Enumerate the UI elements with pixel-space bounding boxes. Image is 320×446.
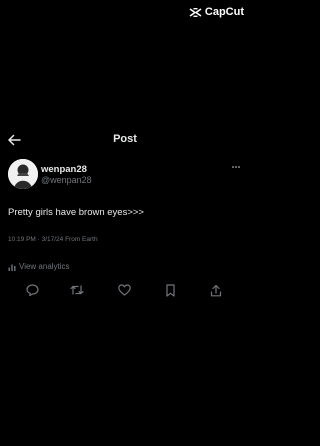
share-button[interactable] (207, 281, 225, 299)
view-analytics-button[interactable]: View analytics (8, 262, 70, 271)
share-icon (210, 284, 222, 297)
post-author: wenpan28 @wenpan28 (8, 159, 242, 191)
capcut-brand-label: CapCut (204, 6, 244, 18)
post-action-bar (0, 281, 250, 299)
more-options-button[interactable] (230, 163, 242, 171)
more-horizontal-icon (238, 166, 240, 168)
analytics-bar-chart-icon (8, 263, 16, 271)
author-display-name[interactable]: wenpan28 (41, 164, 92, 175)
avatar[interactable] (8, 159, 38, 189)
more-horizontal-icon (235, 166, 237, 168)
capcut-watermark: CapCut (189, 6, 244, 18)
post-header: Post (0, 131, 250, 149)
reply-button[interactable] (23, 281, 41, 299)
repost-button[interactable] (68, 281, 86, 299)
post-text: Pretty girls have brown eyes>>> (8, 207, 144, 218)
view-analytics-label: View analytics (19, 262, 70, 271)
bookmark-icon (165, 283, 176, 297)
like-button[interactable] (115, 281, 133, 299)
repost-icon (70, 284, 84, 296)
page-title: Post (113, 133, 137, 145)
author-names: wenpan28 @wenpan28 (41, 164, 92, 186)
heart-icon (117, 284, 131, 296)
reply-icon (25, 284, 39, 296)
post-timestamp: 10:19 PM · 3/17/24 From Earth (8, 236, 98, 243)
more-horizontal-icon (232, 166, 234, 168)
author-handle[interactable]: @wenpan28 (41, 175, 92, 186)
bookmark-button[interactable] (161, 281, 179, 299)
capcut-logo-icon (189, 7, 202, 18)
